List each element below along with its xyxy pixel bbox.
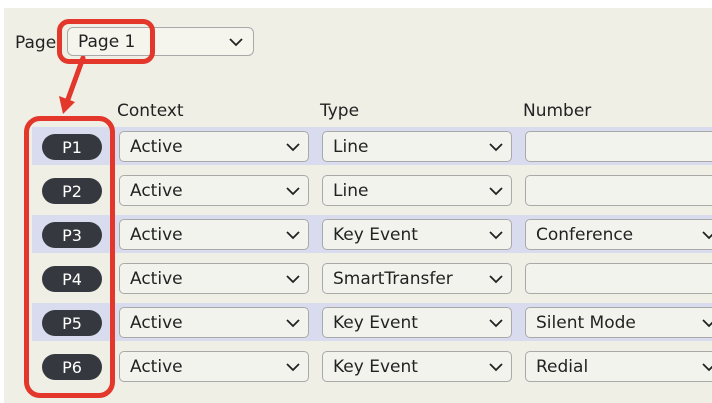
- context-select[interactable]: Active: [119, 131, 309, 162]
- table-row: P1 Active Line: [32, 127, 712, 165]
- number-select-value: Silent Mode: [536, 312, 636, 333]
- table-row: P3 Active Key Event Conference: [32, 215, 712, 253]
- table-row: P4 Active SmartTransfer: [32, 259, 712, 297]
- type-select[interactable]: Line: [322, 175, 512, 206]
- arrow-down-icon: [59, 56, 86, 114]
- context-select-value: Active: [130, 356, 183, 377]
- chevron-down-icon: [702, 319, 712, 328]
- chevron-down-icon: [702, 231, 712, 240]
- context-select[interactable]: Active: [119, 175, 309, 206]
- context-select-value: Active: [130, 136, 183, 157]
- context-select-value: Active: [130, 268, 183, 289]
- context-select[interactable]: Active: [119, 263, 309, 294]
- key-column-highlight: [24, 116, 115, 398]
- context-select[interactable]: Active: [119, 351, 309, 382]
- type-select[interactable]: SmartTransfer: [322, 263, 512, 294]
- column-header-context: Context: [117, 101, 184, 121]
- type-select-value: Key Event: [333, 356, 418, 377]
- chevron-down-icon: [286, 363, 300, 372]
- chevron-down-icon: [286, 187, 300, 196]
- number-select[interactable]: Redial: [525, 351, 712, 382]
- column-header-type: Type: [320, 101, 360, 121]
- number-select[interactable]: Conference: [525, 219, 712, 250]
- context-select[interactable]: Active: [119, 307, 309, 338]
- table-row: P2 Active Line: [32, 171, 712, 209]
- chevron-down-icon: [489, 231, 503, 240]
- chevron-down-icon: [489, 319, 503, 328]
- number-input[interactable]: [525, 263, 712, 294]
- chevron-down-icon: [489, 143, 503, 152]
- page-label: Page: [15, 33, 57, 53]
- number-input[interactable]: [525, 175, 712, 206]
- chevron-down-icon: [229, 38, 243, 47]
- context-select-value: Active: [130, 224, 183, 245]
- context-select-value: Active: [130, 312, 183, 333]
- chevron-down-icon: [489, 187, 503, 196]
- context-select[interactable]: Active: [119, 219, 309, 250]
- number-input[interactable]: [525, 131, 712, 162]
- type-select[interactable]: Key Event: [322, 351, 512, 382]
- chevron-down-icon: [286, 275, 300, 284]
- type-select-value: Line: [333, 136, 369, 157]
- number-select-value: Conference: [536, 224, 634, 245]
- chevron-down-icon: [286, 231, 300, 240]
- type-select-value: Line: [333, 180, 369, 201]
- type-select[interactable]: Line: [322, 131, 512, 162]
- context-select-value: Active: [130, 180, 183, 201]
- type-select[interactable]: Key Event: [322, 307, 512, 338]
- chevron-down-icon: [702, 363, 712, 372]
- chevron-down-icon: [489, 363, 503, 372]
- type-select-value: Key Event: [333, 312, 418, 333]
- number-select[interactable]: Silent Mode: [525, 307, 712, 338]
- column-header-number: Number: [523, 101, 592, 121]
- table-row: P5 Active Key Event Silent Mode: [32, 303, 712, 341]
- chevron-down-icon: [286, 319, 300, 328]
- number-select-value: Redial: [536, 356, 589, 377]
- type-select-value: SmartTransfer: [333, 268, 453, 289]
- type-select-value: Key Event: [333, 224, 418, 245]
- chevron-down-icon: [286, 143, 300, 152]
- table-row: P6 Active Key Event Redial: [32, 347, 712, 385]
- type-select[interactable]: Key Event: [322, 219, 512, 250]
- chevron-down-icon: [489, 275, 503, 284]
